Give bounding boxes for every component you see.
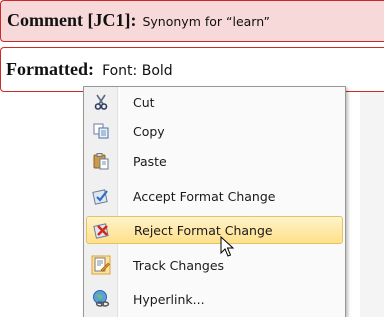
comment-label: Comment [JC1]: (7, 10, 137, 30)
menu-item-label: Paste (133, 153, 167, 169)
menu-item-hyperlink[interactable]: Hyperlink... (86, 285, 343, 313)
formatted-text: Font: Bold (102, 63, 173, 79)
comment-text: Synonym for “learn” (142, 14, 270, 29)
comment-balloon[interactable]: Comment [JC1]: Synonym for “learn” (0, 0, 384, 42)
accept-change-icon (86, 184, 116, 208)
context-menu: Cut Copy Paste Accept Format Change Reje… (83, 86, 346, 317)
paste-icon (86, 149, 116, 173)
menu-item-cut[interactable]: Cut (86, 88, 343, 116)
menu-item-reject-format-change[interactable]: Reject Format Change (86, 216, 343, 244)
mouse-pointer-icon (220, 235, 235, 262)
hyperlink-icon (86, 287, 116, 311)
formatted-label: Formatted: (6, 59, 94, 79)
track-changes-icon (86, 253, 116, 277)
menu-item-label: Reject Format Change (134, 222, 273, 238)
menu-item-copy[interactable]: Copy (86, 117, 343, 145)
menu-item-accept-format-change[interactable]: Accept Format Change (86, 182, 343, 210)
menu-item-track-changes[interactable]: Track Changes (86, 251, 343, 279)
menu-item-label: Accept Format Change (133, 188, 276, 204)
reject-change-icon (87, 218, 117, 242)
menu-item-label: Cut (133, 94, 155, 110)
menu-item-label: Copy (133, 123, 165, 139)
menu-item-label: Hyperlink... (133, 291, 205, 307)
document-margin (360, 92, 384, 317)
menu-item-paste[interactable]: Paste (86, 147, 343, 175)
scissors-icon (86, 90, 116, 114)
menu-item-label: Track Changes (133, 257, 225, 273)
copy-icon (86, 119, 116, 143)
